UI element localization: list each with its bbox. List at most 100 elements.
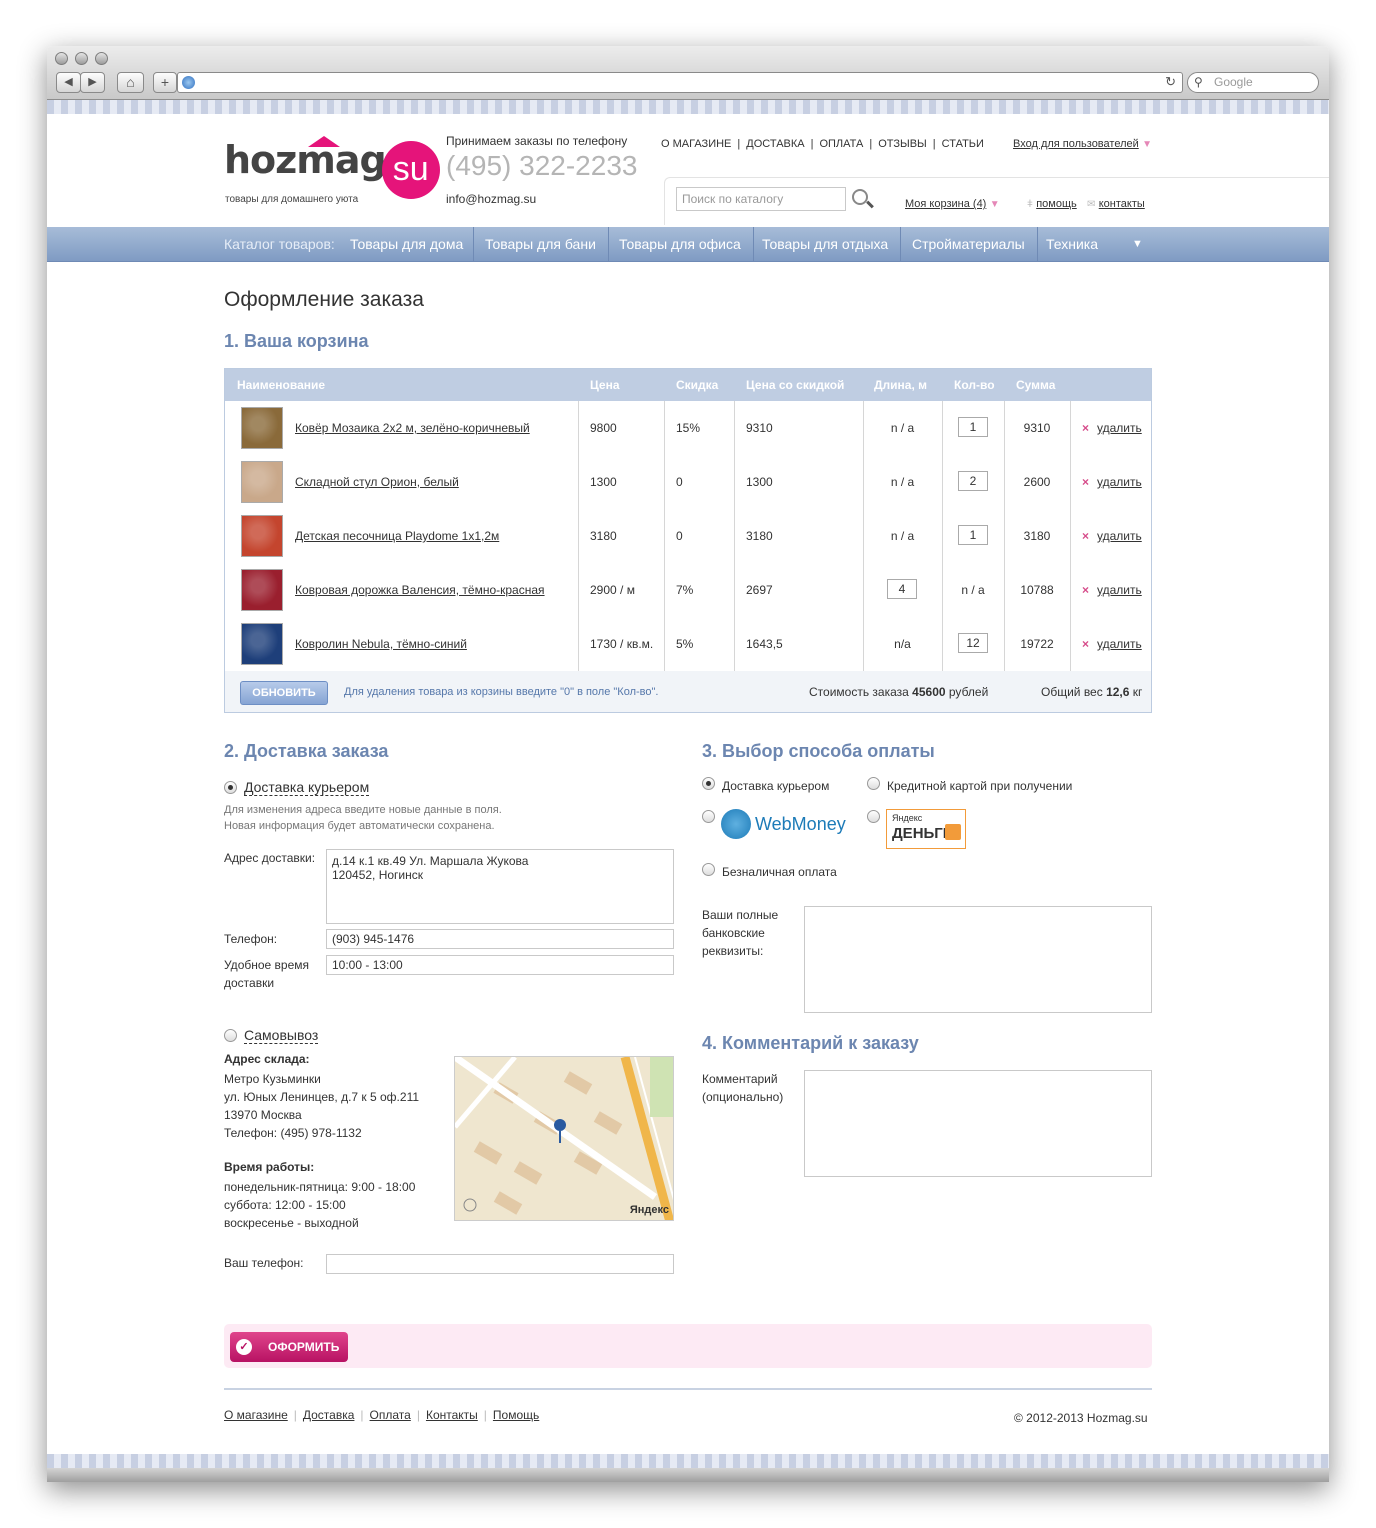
menu-electronics[interactable]: Техника <box>1046 227 1098 262</box>
topnav-reviews[interactable]: ОТЗЫВЫ <box>878 138 927 150</box>
col-sum: Сумма <box>1016 378 1056 392</box>
wallet-icon <box>945 824 961 840</box>
product-discount: 7% <box>676 583 694 597</box>
courier-radio[interactable] <box>224 781 237 794</box>
warehouse-title: Адрес склада: <box>224 1052 310 1066</box>
product-thumbnail[interactable] <box>241 515 283 557</box>
login-link[interactable]: Вход для пользователей ▼ <box>1013 136 1152 150</box>
catalog-search-input[interactable]: Поиск по каталогу <box>676 187 846 211</box>
product-name-link[interactable]: Ковровая дорожка Валенсия, тёмно-красная <box>295 583 545 597</box>
menu-office-goods[interactable]: Товары для офиса <box>619 227 754 262</box>
your-phone-input[interactable] <box>326 1254 674 1274</box>
address-bar[interactable]: ↻ <box>177 72 1183 93</box>
menu-leisure-goods[interactable]: Товары для отдыха <box>762 227 902 262</box>
menu-building-materials[interactable]: Стройматериалы <box>912 227 1038 262</box>
delete-x-icon: × <box>1082 637 1090 651</box>
footer-link-help[interactable]: Помощь <box>493 1408 539 1422</box>
pay-courier-radio[interactable] <box>702 777 715 790</box>
reload-icon[interactable]: ↻ <box>1165 74 1176 90</box>
pickup-label[interactable]: Самовывоз <box>244 1027 319 1044</box>
pay-card-label: Кредитной картой при получении <box>887 779 1073 793</box>
quantity-input[interactable]: 12 <box>958 633 988 653</box>
product-thumbnail[interactable] <box>241 569 283 611</box>
cart-hint: Для удаления товара из корзины введите "… <box>344 686 659 698</box>
delete-link[interactable]: × удалить <box>1082 637 1142 651</box>
topnav-payment[interactable]: ОПЛАТА <box>819 138 863 150</box>
product-name-link[interactable]: Ковёр Мозаика 2x2 м, зелёно-коричневый <box>295 421 530 435</box>
footer-link-contacts[interactable]: Контакты <box>426 1408 478 1422</box>
cart-row: Складной стул Орион, белый 1300 0 1300 n / a… <box>225 455 1151 509</box>
pay-yandex-radio[interactable] <box>867 810 880 823</box>
order-total-value: 45600 <box>912 685 946 699</box>
topnav-articles[interactable]: СТАТЬИ <box>942 138 984 150</box>
pickup-radio[interactable] <box>224 1029 237 1042</box>
copyright: © 2012-2013 Hozmag.su <box>1014 1411 1148 1425</box>
footer-link-about[interactable]: О магазине <box>224 1408 288 1422</box>
total-weight-label: Общий вес <box>1041 685 1103 699</box>
pay-card-radio[interactable] <box>867 777 880 790</box>
help-link[interactable]: ǂ помощь <box>1027 196 1077 210</box>
logo[interactable]: hozmag su <box>224 136 440 199</box>
time-label-1: Удобное время <box>224 958 310 972</box>
delivery-time-input[interactable]: 10:00 - 13:00 <box>326 955 674 975</box>
quantity-input[interactable]: 2 <box>958 471 988 491</box>
comment-textarea[interactable] <box>804 1070 1152 1177</box>
warehouse-line: Метро Кузьминки <box>224 1072 321 1086</box>
back-button[interactable]: ◀ <box>56 72 81 93</box>
quantity-input[interactable]: 1 <box>958 417 988 437</box>
footer-link-delivery[interactable]: Доставка <box>303 1408 355 1422</box>
minimize-window-button[interactable] <box>75 52 88 65</box>
product-discount: 5% <box>676 637 694 651</box>
cart-label: Моя корзина (4) <box>905 198 987 210</box>
email[interactable]: info@hozmag.su <box>446 192 536 206</box>
top-nav: О МАГАЗИНЕ | ДОСТАВКА | ОПЛАТА | ОТЗЫВЫ | СТАТЬИ <box>661 138 984 150</box>
phone-input[interactable]: (903) 945-1476 <box>326 929 674 949</box>
delete-link[interactable]: × удалить <box>1082 421 1142 435</box>
length-input[interactable]: 4 <box>887 579 917 599</box>
home-icon[interactable]: ⌂ <box>117 72 144 93</box>
forward-button[interactable]: ▶ <box>80 72 105 93</box>
product-thumbnail[interactable] <box>241 461 283 503</box>
topnav-about[interactable]: О МАГАЗИНЕ <box>661 138 731 150</box>
product-discount-price: 1300 <box>746 475 773 489</box>
pay-webmoney-radio[interactable] <box>702 810 715 823</box>
new-tab-button[interactable]: + <box>153 72 177 93</box>
close-window-button[interactable] <box>55 52 68 65</box>
menu-bath-goods[interactable]: Товары для бани <box>485 227 609 262</box>
product-discount: 0 <box>676 475 683 489</box>
product-thumbnail[interactable] <box>241 623 283 665</box>
help-label: помощь <box>1036 198 1077 210</box>
delete-link[interactable]: × удалить <box>1082 475 1142 489</box>
product-name-link[interactable]: Складной стул Орион, белый <box>295 475 459 489</box>
footer-link-payment[interactable]: Оплата <box>370 1408 411 1422</box>
hours-line: воскресенье - выходной <box>224 1216 359 1230</box>
address-line-2: 120452, Ногинск <box>332 868 424 882</box>
browser-search-field[interactable]: ⚲ Google <box>1187 72 1319 93</box>
product-thumbnail[interactable] <box>241 407 283 449</box>
product-discount-price: 1643,5 <box>746 637 783 651</box>
zoom-window-button[interactable] <box>95 52 108 65</box>
update-button[interactable]: ОБНОВИТЬ <box>240 681 328 705</box>
webmoney-icon <box>721 809 751 839</box>
cart-link[interactable]: Моя корзина (4) ▼ <box>905 196 1000 210</box>
menu-home-goods[interactable]: Товары для дома <box>350 227 475 262</box>
contacts-link[interactable]: ✉ контакты <box>1087 196 1145 210</box>
yandex-money-logo[interactable]: Яндекс ДЕНЬГИ <box>886 809 966 849</box>
comment-label-2: (опционально) <box>702 1090 784 1104</box>
delete-link[interactable]: × удалить <box>1082 583 1142 597</box>
pay-cashless-radio[interactable] <box>702 863 715 876</box>
bank-details-textarea[interactable] <box>804 906 1152 1013</box>
submit-order-button[interactable]: ✓ ОФОРМИТЬ <box>230 1332 348 1362</box>
topnav-delivery[interactable]: ДОСТАВКА <box>746 138 804 150</box>
product-name-link[interactable]: Детская песочница Playdome 1x1,2м <box>295 529 499 543</box>
warehouse-map[interactable]: Яндекс <box>454 1056 674 1221</box>
product-name-link[interactable]: Ковролин Nebula, тёмно-синий <box>295 637 467 651</box>
contacts-label: контакты <box>1098 198 1145 210</box>
menu-more-chevron-icon[interactable]: ▼ <box>1132 227 1143 262</box>
page-title: Оформление заказа <box>224 288 424 311</box>
delete-link[interactable]: × удалить <box>1082 529 1142 543</box>
quantity-input[interactable]: 1 <box>958 525 988 545</box>
address-textarea[interactable]: д.14 к.1 кв.49 Ул. Маршала Жукова 120452… <box>326 849 674 924</box>
courier-label[interactable]: Доставка курьером <box>244 779 370 796</box>
product-price: 2900 / м <box>590 583 635 597</box>
